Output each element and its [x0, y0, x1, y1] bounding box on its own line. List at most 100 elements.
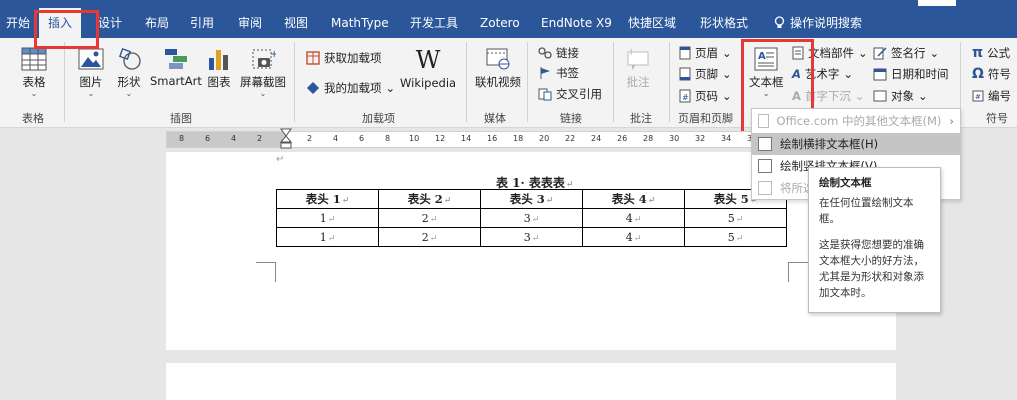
ruler-tick: 2	[257, 134, 263, 143]
signature-line-button[interactable]: 签名行 ⌄	[873, 45, 939, 61]
table-cell[interactable]: 4↵	[582, 208, 685, 228]
online-video-button[interactable]: 联机视频	[475, 46, 521, 90]
chart-button[interactable]: 图表	[206, 46, 232, 90]
tooltip-detail: 这是获得您想要的准确文本框大小的好方法，尤其是为形状和对象添加文本时。	[819, 239, 924, 299]
crossref-button[interactable]: 交叉引用	[538, 86, 602, 102]
tab-review[interactable]: 审阅	[238, 12, 262, 34]
highlight-insert-tab	[34, 10, 99, 49]
tell-me-label: 操作说明搜索	[790, 16, 863, 30]
chart-icon	[209, 50, 228, 70]
document-table[interactable]: 表头 1↵ 表头 2↵ 表头 3↵ 表头 4↵ 表头 5↵ 1↵ 2↵ 3↵ 4…	[276, 189, 787, 247]
numbering-label: 编号	[988, 89, 1011, 103]
tab-zotero[interactable]: Zotero	[480, 12, 520, 34]
pi-icon: π	[972, 45, 984, 61]
table-header-cell[interactable]: 表头 4↵	[582, 189, 685, 209]
group-label-media: 媒体	[484, 112, 506, 125]
tab-mathtype[interactable]: MathType	[331, 12, 389, 34]
link-button[interactable]: 链接	[538, 45, 579, 61]
table-cell[interactable]: 5↵	[684, 227, 787, 247]
chevron-down-icon: ⌄	[87, 89, 95, 98]
header-label: 页眉	[695, 46, 718, 60]
footer-label: 页脚	[695, 67, 718, 81]
document-page-2[interactable]	[166, 363, 896, 400]
tab-design[interactable]: 设计	[98, 12, 122, 34]
chevron-down-icon: ⌄	[854, 89, 865, 103]
tab-endnote[interactable]: EndNote X9	[541, 12, 612, 34]
lightbulb-icon	[774, 16, 785, 28]
divider	[669, 42, 670, 122]
ruler-tick: 4	[231, 134, 237, 143]
cell-text: 4	[625, 211, 633, 225]
table-cell[interactable]: 2↵	[378, 227, 481, 247]
footer-button[interactable]: 页脚 ⌄	[679, 66, 732, 82]
indent-marker-icon[interactable]	[280, 128, 292, 150]
margin-corner-mark	[256, 262, 276, 282]
cell-text: 1	[319, 230, 327, 244]
svg-text:#: #	[975, 93, 981, 101]
smartart-button[interactable]: SmartArt	[150, 46, 202, 88]
menu-item-more-textboxes[interactable]: Office.com 中的其他文本框(M) ›	[752, 110, 960, 132]
table-header-cell[interactable]: 表头 1↵	[276, 189, 379, 209]
table-cell[interactable]: 3↵	[480, 208, 583, 228]
table-button[interactable]: 表格 ⌄	[20, 46, 48, 98]
tab-quick-area[interactable]: 快捷区域	[628, 12, 676, 34]
my-addins-button[interactable]: 我的加载项 ⌄	[306, 80, 395, 96]
crossref-label: 交叉引用	[556, 87, 602, 101]
my-addins-label: 我的加载项	[324, 81, 382, 95]
date-time-button[interactable]: 日期和时间	[873, 66, 949, 82]
wikipedia-label: Wikipedia	[400, 76, 457, 90]
table-cell[interactable]: 3↵	[480, 227, 583, 247]
tab-developer[interactable]: 开发工具	[410, 12, 458, 34]
save-selection-icon	[758, 181, 772, 195]
link-icon	[538, 47, 552, 59]
bookmark-button[interactable]: 书签	[538, 65, 579, 81]
bookmark-icon	[540, 67, 550, 79]
table-cell[interactable]: 1↵	[276, 208, 379, 228]
numbering-icon: #	[972, 90, 984, 102]
header-text: 表头 2	[407, 192, 443, 206]
chevron-down-icon: ⌄	[918, 89, 928, 103]
smartart-icon	[164, 49, 187, 69]
table-cell[interactable]: 1↵	[276, 227, 379, 247]
chevron-down-icon: ⌄	[722, 89, 732, 103]
comment-button[interactable]: + 批注	[624, 46, 652, 90]
symbol-button[interactable]: Ω 符号	[972, 66, 1011, 82]
table-header-cell[interactable]: 表头 2↵	[378, 189, 481, 209]
group-label-header-footer: 页眉和页脚	[678, 112, 733, 125]
table-cell[interactable]: 4↵	[582, 227, 685, 247]
shapes-button[interactable]: 形状 ⌄	[115, 46, 143, 98]
equation-button[interactable]: π 公式	[972, 45, 1010, 61]
tab-view[interactable]: 视图	[284, 12, 308, 34]
wikipedia-button[interactable]: W Wikipedia	[400, 46, 456, 90]
tab-layout[interactable]: 布局	[145, 12, 169, 34]
window-control[interactable]	[918, 0, 956, 6]
ruler-tick: 26	[617, 134, 628, 143]
screenshot-button[interactable]: + 屏幕截图 ⌄	[240, 46, 286, 98]
ruler-tick: 34	[721, 134, 732, 143]
comment-icon: +	[627, 47, 649, 70]
table-header-cell[interactable]: 表头 3↵	[480, 189, 583, 209]
divider	[466, 42, 467, 122]
numbering-button[interactable]: # 编号	[972, 88, 1011, 104]
tab-shape-format[interactable]: 形状格式	[700, 12, 748, 34]
cell-text: 4	[625, 230, 633, 244]
object-button[interactable]: 对象 ⌄	[873, 88, 928, 104]
page-number-button[interactable]: # 页码 ⌄	[679, 88, 732, 104]
table-row: 1↵ 2↵ 3↵ 4↵ 5↵	[276, 208, 787, 228]
header-button[interactable]: 页眉 ⌄	[679, 45, 732, 61]
screenshot-label: 屏幕截图	[240, 75, 286, 89]
table-cell[interactable]: 5↵	[684, 208, 787, 228]
ruler-tick: 4	[333, 134, 339, 143]
picture-button[interactable]: 图片 ⌄	[78, 46, 104, 98]
tooltip-description: 在任何位置绘制文本框。	[819, 197, 914, 225]
svg-text:#: #	[682, 93, 689, 102]
table-cell[interactable]: 2↵	[378, 208, 481, 228]
tab-references[interactable]: 引用	[190, 12, 214, 34]
tab-home[interactable]: 开始	[6, 12, 30, 34]
menu-item-draw-horizontal-textbox[interactable]: 绘制横排文本框(H)	[752, 133, 960, 155]
cell-text: 1	[319, 211, 327, 225]
get-addins-button[interactable]: 获取加载项	[306, 50, 382, 66]
wikipedia-icon: W	[415, 46, 441, 74]
chevron-down-icon: ⌄	[722, 67, 732, 81]
tell-me-search[interactable]: 操作说明搜索	[774, 12, 862, 34]
